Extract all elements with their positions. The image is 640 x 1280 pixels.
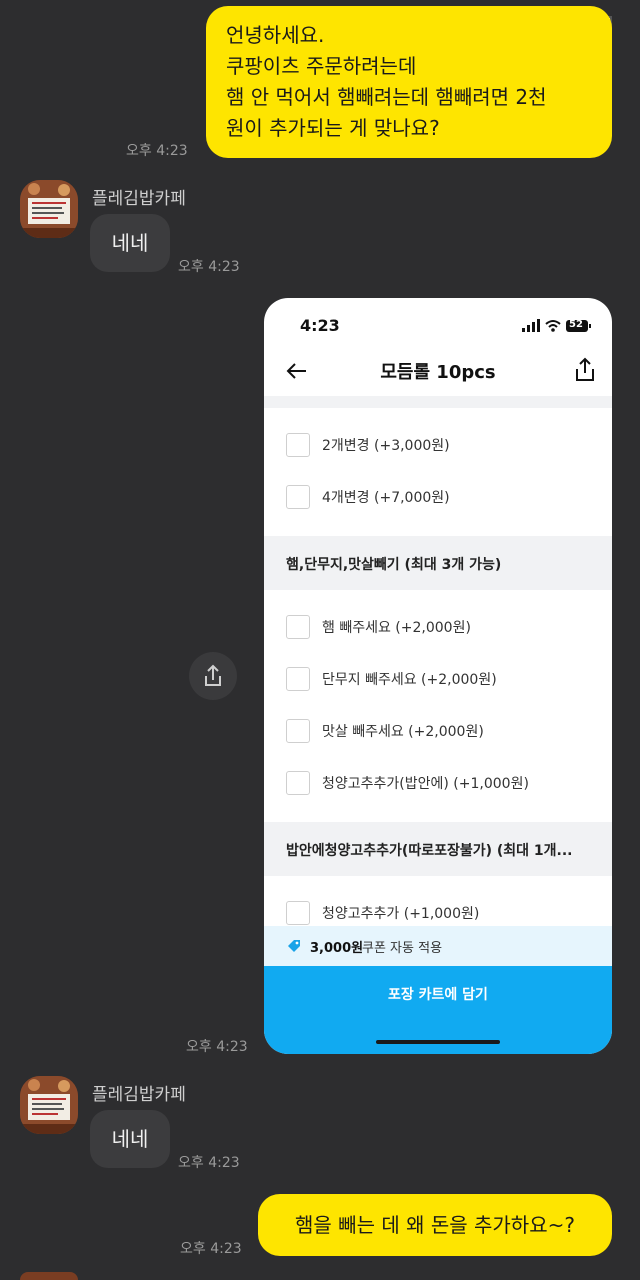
message-timestamp: 오후 4:23 [178,259,240,275]
sender-name: 플레김밥카페 [92,189,186,209]
option-row[interactable]: 단무지 빼주세요 (+2,000원) [286,666,497,692]
add-to-cart-label: 포장 카트에 담기 [388,987,488,1003]
screenshot-image[interactable]: 4:23 52 모듬롤 10pcs 2개변경 (+3,000원) 4개변경 (+… [264,298,612,1054]
option-label: 단무지 빼주세요 (+2,000원) [322,672,497,688]
coupon-text: 쿠폰 자동 적용 [362,941,443,956]
status-indicators: 52 [522,318,592,334]
incoming-message-bubble[interactable]: 네네 [90,214,170,272]
option-label: 맛살 빼주세요 (+2,000원) [322,724,484,740]
checkbox[interactable] [286,485,310,509]
checkbox[interactable] [286,771,310,795]
outgoing-message-bubble[interactable]: 햄을 빼는 데 왜 돈을 추가하요~? [258,1194,612,1256]
option-row[interactable]: 4개변경 (+7,000원) [286,484,450,510]
option-label: 햄 빼주세요 (+2,000원) [322,620,471,636]
message-line: 쿠팡이츠 주문하려는데 [226,54,417,78]
section-title: 밥안에청양고추추가(따로포장불가) (최대 1개... [286,843,573,859]
battery-level: 52 [569,319,583,330]
message-line: 햄 안 먹어서 햄빼려는데 햄빼려면 2천 [226,85,547,109]
coupon-tag-icon [288,940,300,952]
coupon-amount: 3,000원 [310,941,364,956]
option-section-header: 햄,단무지,맛살빼기 (최대 3개 가능) [264,536,612,590]
message-timestamp: 오후 4:23 [126,143,188,159]
avatar-image [20,1076,78,1134]
checkbox[interactable] [286,901,310,925]
shop-avatar[interactable] [20,180,78,238]
message-line: 언녕하세요. [226,23,325,47]
sender-name: 플레김밥카페 [92,1085,186,1105]
option-row[interactable]: 청양고추추가 (+1,000원) [286,900,479,926]
option-row[interactable]: 맛살 빼주세요 (+2,000원) [286,718,484,744]
shop-avatar[interactable] [20,1272,78,1280]
option-row[interactable]: 햄 빼주세요 (+2,000원) [286,614,471,640]
message-timestamp: 오후 4:23 [180,1241,242,1257]
section-title: 햄,단무지,맛살빼기 (최대 3개 가능) [286,557,502,573]
option-label: 4개변경 (+7,000원) [322,490,450,506]
outgoing-message-bubble[interactable]: 언녕하세요. 쿠팡이츠 주문하려는데 햄 안 먹어서 햄빼려는데 햄빼려면 2천… [206,6,612,158]
checkbox[interactable] [286,433,310,457]
option-row[interactable]: 청양고추추가(밥안에) (+1,000원) [286,770,529,796]
message-line: 원이 추가되는 게 맞나요? [226,116,440,140]
option-label: 청양고추추가(밥안에) (+1,000원) [322,776,529,792]
option-section-header: 밥안에청양고추추가(따로포장불가) (최대 1개... [264,822,612,876]
checkbox[interactable] [286,719,310,743]
coupon-banner: 3,000원 쿠폰 자동 적용 [264,926,612,966]
share-icon [576,357,594,381]
message-timestamp: 오후 4:23 [178,1155,240,1171]
checkbox[interactable] [286,667,310,691]
message-timestamp: 오후 4:23 [186,1039,248,1055]
share-icon [205,664,221,686]
avatar-image [20,180,78,238]
option-label: 청양고추추가 (+1,000원) [322,906,480,922]
option-row[interactable]: 2개변경 (+3,000원) [286,432,450,458]
share-page-button[interactable] [572,356,598,384]
status-time: 4:23 [300,316,340,335]
home-indicator [376,1040,500,1044]
incoming-message-bubble[interactable]: 네네 [90,1110,170,1168]
add-to-cart-button[interactable]: 포장 카트에 담기 [264,966,612,1054]
share-button[interactable] [189,652,237,700]
divider [264,396,612,408]
shop-avatar[interactable] [20,1076,78,1134]
page-title: 모듬롤 10pcs [380,362,496,383]
checkbox[interactable] [286,615,310,639]
option-label: 2개변경 (+3,000원) [322,438,450,454]
